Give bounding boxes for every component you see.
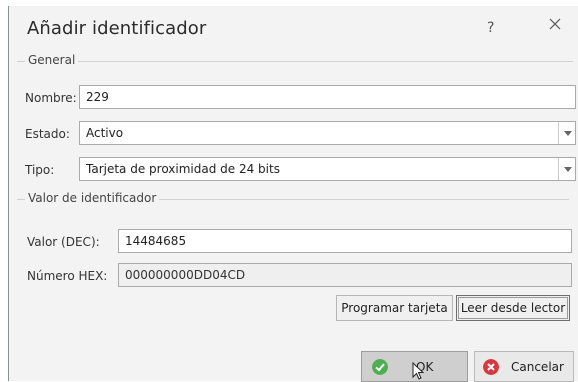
tipo-label: Tipo: <box>25 163 55 177</box>
general-group-line <box>17 61 573 62</box>
tipo-dropdown-icon[interactable] <box>558 158 575 180</box>
cancel-button[interactable]: Cancelar <box>474 351 574 382</box>
leer-desde-lector-button[interactable]: Leer desde lector <box>456 295 570 321</box>
valor-dec-label: Valor (DEC): <box>27 235 100 249</box>
estado-label: Estado: <box>25 127 70 141</box>
numero-hex-value: 000000000DD04CD <box>125 268 246 282</box>
close-icon[interactable] <box>547 16 563 32</box>
dialog-title: Añadir identificador <box>27 18 207 39</box>
tipo-value: Tarjeta de proximidad de 24 bits <box>86 162 280 176</box>
estado-value: Activo <box>86 126 124 140</box>
cancel-label: Cancelar <box>511 360 564 374</box>
nombre-value: 229 <box>86 90 109 104</box>
valor-dec-field[interactable]: 14484685 <box>118 229 572 253</box>
mouse-cursor-icon <box>412 362 425 380</box>
checkmark-icon <box>372 359 388 375</box>
nombre-label: Nombre: <box>25 91 77 105</box>
nombre-field[interactable]: 229 <box>79 85 576 109</box>
general-group-legend: General <box>25 53 79 67</box>
add-identifier-dialog: Añadir identificador ? General Nombre: 2… <box>8 6 578 382</box>
programar-tarjeta-label: Programar tarjeta <box>341 301 448 315</box>
cancel-icon <box>483 359 499 375</box>
estado-dropdown-icon[interactable] <box>558 122 575 144</box>
numero-hex-field: 000000000DD04CD <box>118 263 572 287</box>
help-button[interactable]: ? <box>487 20 494 36</box>
dialog-titlebar: Añadir identificador ? <box>9 6 578 52</box>
identifier-value-group: Valor de identificador Valor (DEC): 1448… <box>15 189 573 346</box>
valor-dec-value: 14484685 <box>125 234 187 248</box>
estado-select[interactable]: Activo <box>79 121 576 145</box>
leer-desde-lector-label: Leer desde lector <box>460 301 566 315</box>
tipo-select[interactable]: Tarjeta de proximidad de 24 bits <box>79 157 576 181</box>
identifier-group-legend: Valor de identificador <box>25 191 160 205</box>
programar-tarjeta-button[interactable]: Programar tarjeta <box>336 295 453 321</box>
numero-hex-label: Número HEX: <box>27 269 108 283</box>
